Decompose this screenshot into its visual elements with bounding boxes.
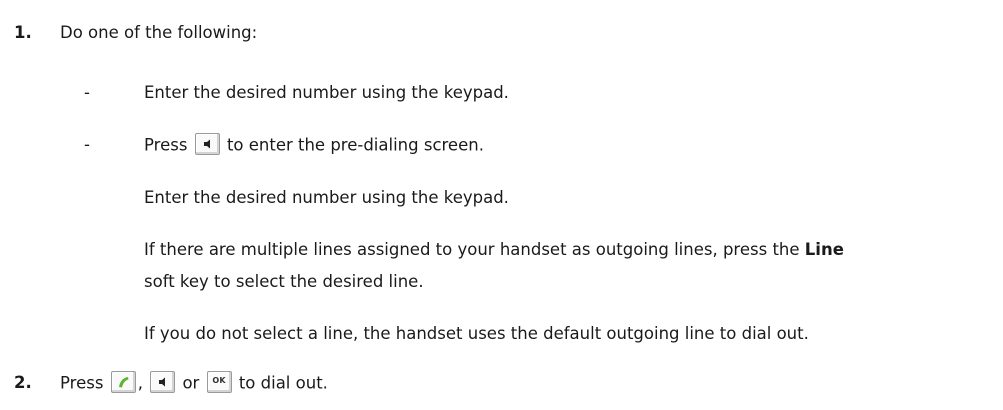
off-hook-icon — [110, 371, 136, 393]
step-2-or: or — [182, 373, 200, 393]
sub-paragraph-default-line: If you do not select a line, the handset… — [144, 324, 809, 343]
step-number-1: 1. — [14, 23, 32, 42]
speaker-icon — [150, 371, 176, 393]
option-2-after-icon-text: to enter the pre-dialing screen. — [226, 135, 484, 155]
option-1-text: Enter the desired number using the keypa… — [144, 83, 509, 102]
line-soft-key-label: Line — [804, 240, 844, 259]
step-2-after-icons-text: to dial out. — [238, 373, 328, 393]
speaker-icon — [194, 133, 220, 155]
option-1-bullet: - — [84, 83, 90, 102]
option-2-press-label: Press — [144, 135, 188, 155]
multiple-lines-text: If there are multiple lines assigned to … — [144, 240, 800, 259]
sub-paragraph-soft-key: soft key to select the desired line. — [144, 272, 424, 291]
step-2-press-label: Press — [60, 373, 104, 393]
step-number-2: 2. — [14, 373, 32, 392]
ok-key-label: OK — [212, 376, 226, 385]
ok-icon: OK — [206, 371, 232, 393]
step-2-text: Press , or OK to dial out. — [60, 371, 328, 395]
step-1-text: Do one of the following: — [60, 23, 258, 42]
option-2-text: Press to enter the pre-dialing screen. — [144, 133, 484, 157]
sub-paragraph-keypad: Enter the desired number using the keypa… — [144, 188, 509, 207]
step-2-comma: , — [137, 373, 143, 393]
sub-paragraph-multiple-lines: If there are multiple lines assigned to … — [144, 240, 844, 260]
option-2-bullet: - — [84, 135, 90, 154]
